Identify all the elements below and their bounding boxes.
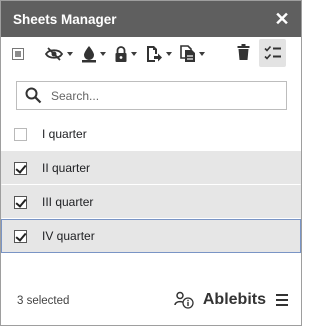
selection-count: 3 selected: [17, 295, 70, 307]
user-info-button[interactable]: [174, 291, 194, 309]
chevron-down-icon: [67, 52, 73, 56]
chevron-down-icon: [100, 52, 106, 56]
sheet-checkbox[interactable]: [14, 161, 27, 175]
lock-icon: [115, 46, 127, 62]
checklist-icon: [263, 45, 281, 60]
duplicate-icon: [180, 45, 195, 62]
sheet-checkbox[interactable]: [14, 229, 27, 243]
visibility-dropdown[interactable]: [44, 46, 73, 62]
chevron-down-icon: [131, 52, 137, 56]
sheet-name: III quarter: [42, 195, 94, 209]
sheet-checkbox[interactable]: [14, 195, 27, 209]
footer-actions: Ablebits: [174, 291, 288, 309]
sheet-row[interactable]: I quarter: [1, 117, 301, 151]
sheet-list: I quarter II quarter III quarter IV quar…: [1, 117, 301, 253]
sheet-name: I quarter: [42, 127, 87, 141]
show-selected-button[interactable]: [259, 39, 286, 67]
menu-icon[interactable]: [276, 293, 288, 308]
user-info-icon: [174, 291, 194, 309]
eye-slash-icon: [44, 47, 64, 61]
chevron-down-icon: [199, 52, 205, 56]
chevron-down-icon: [166, 52, 172, 56]
toolbar: [1, 37, 301, 71]
protect-dropdown[interactable]: [114, 45, 137, 63]
trash-icon: [237, 44, 250, 60]
sheet-name: II quarter: [42, 161, 91, 175]
select-all-checkbox[interactable]: [12, 48, 24, 60]
fill-color-icon: [82, 46, 96, 63]
sheet-checkbox[interactable]: [14, 127, 27, 141]
sheet-name: IV quarter: [42, 229, 95, 243]
duplicate-dropdown[interactable]: [180, 45, 205, 63]
panel-title: Sheets Manager: [13, 11, 117, 27]
close-icon[interactable]: ✕: [273, 10, 291, 28]
move-copy-dropdown[interactable]: [145, 45, 172, 63]
delete-button[interactable]: [237, 44, 250, 60]
search-icon: [25, 87, 42, 104]
search-box: [16, 81, 287, 110]
move-copy-icon: [147, 46, 162, 62]
search-input[interactable]: [51, 88, 271, 103]
sheets-manager-panel: Sheets Manager ✕ Search... I quarter II …: [0, 0, 302, 326]
sheet-row[interactable]: III quarter: [1, 185, 301, 219]
title-bar: Sheets Manager ✕: [1, 1, 301, 37]
tab-color-dropdown[interactable]: [81, 45, 106, 63]
sheet-row[interactable]: IV quarter: [1, 219, 301, 253]
footer: 3 selected Ablebits: [1, 285, 301, 317]
ablebits-logo[interactable]: Ablebits: [203, 291, 266, 309]
sheet-row[interactable]: II quarter: [1, 151, 301, 185]
